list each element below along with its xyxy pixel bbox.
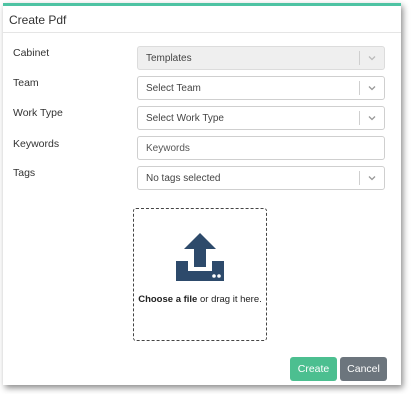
tags-select-value: No tags selected [146, 173, 221, 184]
team-select[interactable]: Select Team [137, 76, 385, 100]
select-separator [359, 51, 360, 65]
team-label: Team [13, 77, 39, 89]
select-separator [359, 171, 360, 185]
team-select-value: Select Team [146, 83, 201, 94]
cabinet-label: Cabinet [13, 47, 50, 59]
cabinet-select: Templates [137, 46, 385, 70]
chevron-down-icon[interactable] [367, 173, 377, 183]
dialog-header: Create Pdf [3, 6, 401, 33]
chevron-down-icon[interactable] [367, 83, 377, 93]
upload-icon [176, 233, 224, 281]
chevron-down-icon[interactable] [367, 113, 377, 123]
create-pdf-dialog: Create Pdf Cabinet Templates Team Select… [3, 3, 401, 385]
drag-hint: or drag it here. [197, 294, 262, 305]
tags-label: Tags [13, 167, 36, 179]
work-type-label: Work Type [13, 107, 63, 119]
tags-select[interactable]: No tags selected [137, 166, 385, 190]
keywords-label: Keywords [13, 138, 60, 150]
keywords-input[interactable] [137, 136, 385, 160]
create-button[interactable]: Create [290, 357, 337, 381]
select-separator [359, 111, 360, 125]
dropzone-text: Choose a file or drag it here. [134, 294, 266, 305]
file-dropzone[interactable]: Choose a file or drag it here. [133, 208, 267, 341]
cancel-button[interactable]: Cancel [340, 357, 387, 381]
choose-file-link[interactable]: Choose a file [138, 294, 197, 305]
chevron-down-icon [368, 56, 376, 61]
dialog-title: Create Pdf [9, 13, 67, 27]
work-type-select[interactable]: Select Work Type [137, 106, 385, 130]
work-type-select-value: Select Work Type [146, 113, 224, 124]
select-separator [359, 81, 360, 95]
cabinet-select-value: Templates [146, 53, 192, 64]
